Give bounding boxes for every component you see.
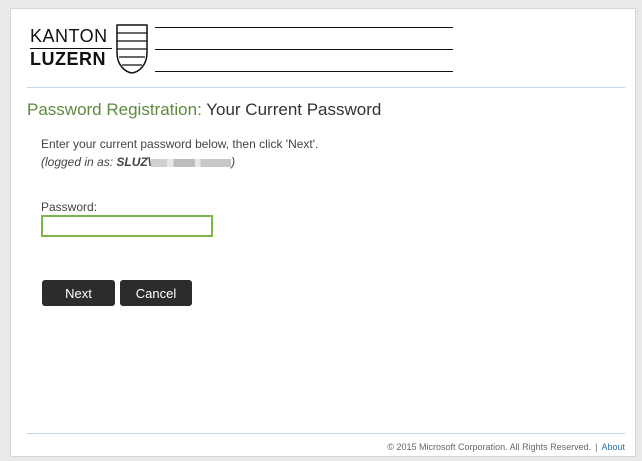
password-input[interactable]	[41, 215, 213, 237]
logged-in-prefix: (logged in as:	[41, 155, 117, 169]
about-link[interactable]: About	[601, 442, 625, 452]
logo-rule	[155, 49, 453, 50]
copyright-text: © 2015 Microsoft Corporation. All Rights…	[387, 442, 592, 452]
footer: © 2015 Microsoft Corporation. All Rights…	[387, 442, 625, 452]
header-divider	[27, 87, 625, 88]
kanton-luzern-logo: KANTON LUZERN	[27, 19, 467, 79]
registration-window: KANTON LUZERN Password Registration: You…	[10, 8, 636, 457]
page-title-prefix: Password Registration:	[27, 100, 202, 119]
cancel-button[interactable]: Cancel	[120, 280, 192, 306]
logo-rule	[155, 27, 453, 28]
password-label: Password:	[41, 200, 98, 214]
crest-icon	[116, 24, 148, 74]
next-button[interactable]: Next	[42, 280, 115, 306]
logo-rule	[155, 71, 453, 72]
footer-separator: |	[595, 442, 598, 452]
redacted-username	[151, 158, 232, 167]
logged-in-domain: SLUZ\	[116, 155, 152, 169]
logo-line-1: KANTON	[30, 26, 108, 46]
page-title-text: Your Current Password	[206, 100, 382, 119]
page-title: Password Registration: Your Current Pass…	[27, 100, 381, 120]
logged-in-suffix: )	[231, 155, 236, 169]
logged-in-info: (logged in as: SLUZ\)	[41, 155, 235, 169]
logo-line-2: LUZERN	[30, 49, 106, 69]
footer-divider	[27, 433, 625, 434]
instructions-text: Enter your current password below, then …	[41, 137, 319, 151]
